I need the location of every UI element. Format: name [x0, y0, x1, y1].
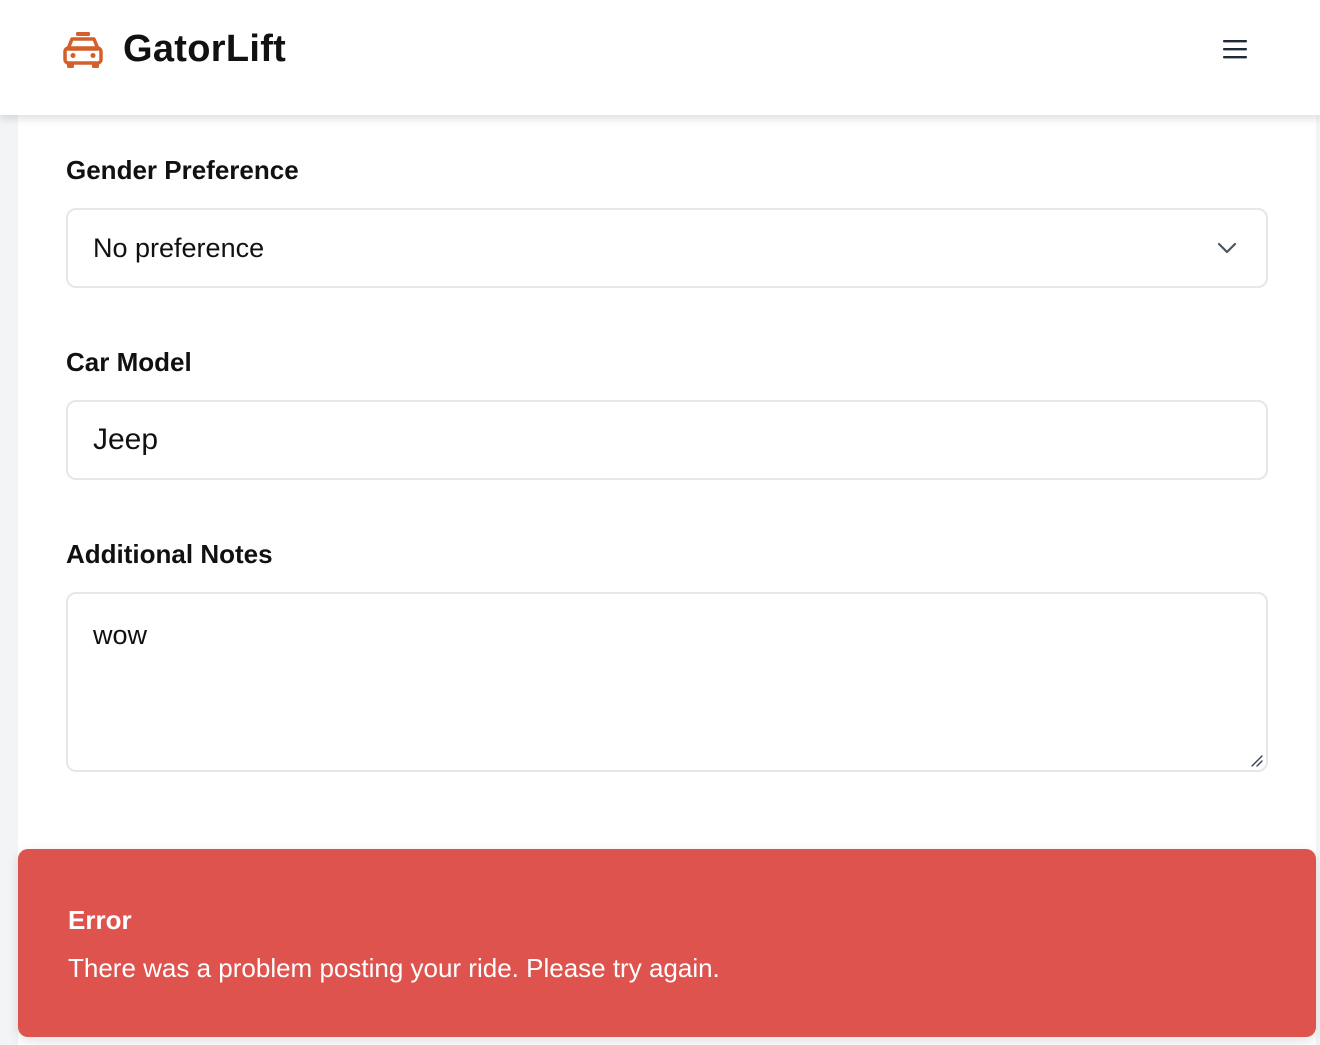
app-header: GatorLift: [0, 0, 1320, 115]
error-toast-title: Error: [68, 905, 132, 935]
gender-preference-select[interactable]: No preference: [66, 208, 1268, 288]
additional-notes-value: wow: [93, 620, 148, 650]
car-model-input[interactable]: Jeep: [66, 400, 1268, 480]
error-toast[interactable]: Error There was a problem posting your r…: [18, 849, 1316, 1037]
hamburger-menu-icon: [1222, 38, 1248, 65]
taxi-icon: [62, 29, 104, 71]
car-model-value: Jeep: [93, 423, 159, 456]
additional-notes-textarea[interactable]: wow: [66, 592, 1268, 772]
additional-notes-label: Additional Notes: [66, 539, 273, 569]
brand-name: GatorLift: [123, 28, 287, 70]
brand[interactable]: GatorLift: [62, 28, 286, 71]
chevron-down-icon: [1216, 237, 1238, 259]
gender-preference-label: Gender Preference: [66, 155, 299, 185]
gender-preference-value: No preference: [93, 233, 265, 263]
resize-handle-icon[interactable]: [1249, 753, 1263, 767]
error-toast-message: There was a problem posting your ride. P…: [68, 953, 720, 983]
car-model-label: Car Model: [66, 347, 192, 377]
menu-button[interactable]: [1220, 36, 1250, 66]
